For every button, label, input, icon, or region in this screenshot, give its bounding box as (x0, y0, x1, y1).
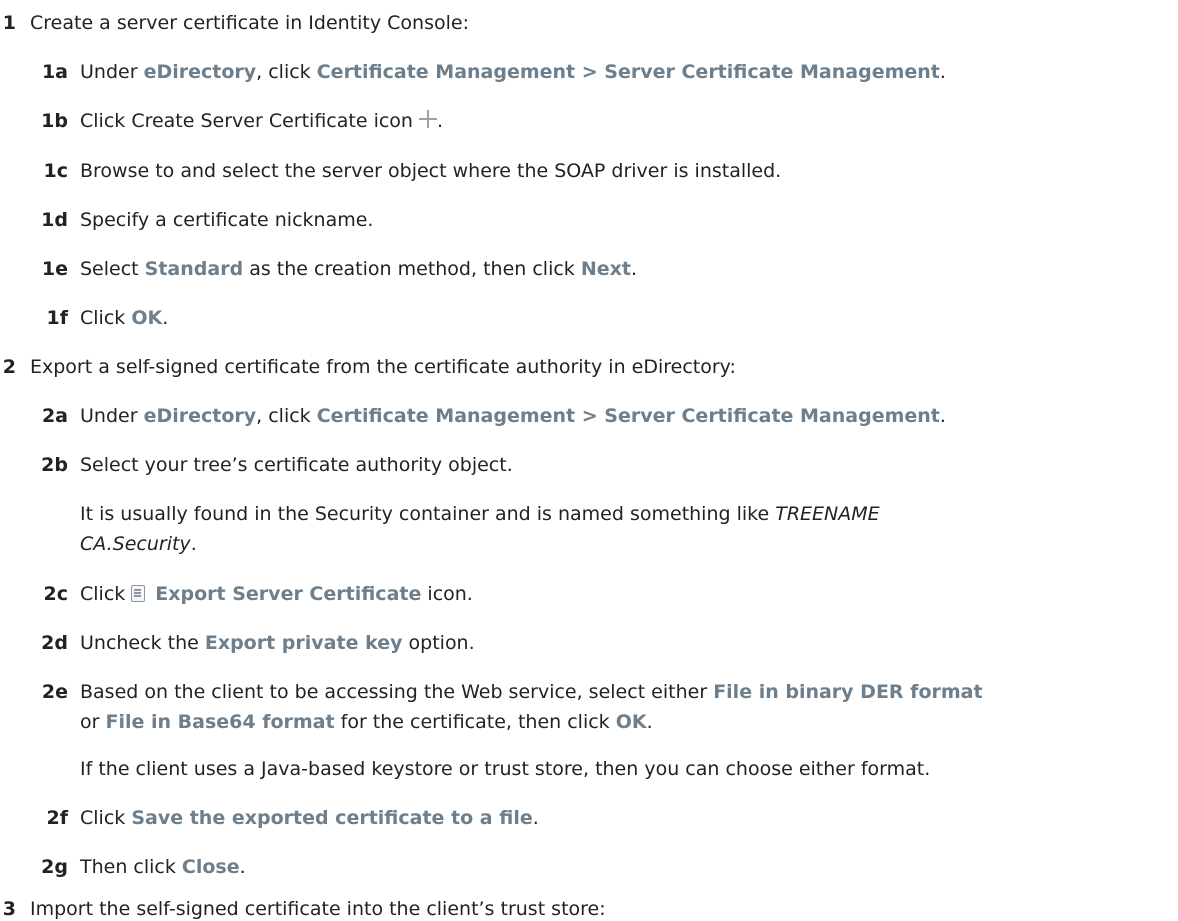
substep-number: 1c (43, 160, 68, 182)
text: . (646, 711, 653, 733)
substep-number: 1d (41, 209, 68, 231)
procedure-document: 1 Create a server certificate in Identit… (0, 0, 1178, 920)
text: Based on the client to be accessing the … (80, 681, 714, 703)
text: for the certificate, then click (334, 711, 616, 733)
substep-text: Then click Close. (80, 855, 246, 879)
ui-term: Export Server Certificate (155, 583, 422, 605)
text: Uncheck the (80, 632, 205, 654)
ui-term: File in Base64 format (105, 711, 335, 733)
ui-term: Close (181, 856, 240, 878)
step-text: Import the self-signed certificate into … (30, 898, 606, 920)
step-text: Create a server certificate in Identity … (30, 12, 469, 34)
italic-term: TREENAME (775, 503, 880, 525)
ui-term: Certificate Management > Server Certific… (316, 405, 940, 427)
substep-number: 2f (46, 807, 69, 829)
substep-text: Uncheck the Export private key option. (80, 631, 475, 655)
ui-term: Save the exported certificate to a file (131, 807, 533, 829)
italic-term: CA.Security (80, 533, 191, 555)
substep-number: 1e (41, 258, 68, 280)
ui-term: Export private key (204, 632, 403, 654)
substep-text: Under eDirectory, click Certificate Mana… (80, 60, 946, 84)
substep-number: 1f (46, 307, 69, 329)
substep-note: If the client uses a Java-based keystore… (80, 758, 931, 780)
substep-text: Under eDirectory, click Certificate Mana… (80, 404, 946, 428)
substep-text: Select Standard as the creation method, … (80, 257, 637, 281)
text: . (939, 61, 946, 83)
text: . (162, 307, 169, 329)
substep-note-continued: CA.Security. (80, 532, 197, 556)
substep-text: Click Export Server Certificate icon. (80, 582, 473, 606)
plus-icon (418, 110, 437, 128)
step-number: 2 (2, 356, 16, 378)
text: as the creation method, then click (243, 258, 581, 280)
ui-term: eDirectory (143, 61, 257, 83)
text: Under (80, 61, 144, 83)
substep-number: 1a (41, 61, 68, 83)
text: , click (256, 61, 317, 83)
text: or (80, 711, 106, 733)
substep-text: Specify a certificate nickname. (80, 209, 374, 231)
text: Under (80, 405, 144, 427)
text: Click (80, 307, 132, 329)
substep-number: 2d (41, 632, 68, 654)
step-text: Export a self-signed certificate from th… (30, 356, 736, 378)
text: , click (256, 405, 317, 427)
text: . (239, 856, 246, 878)
ui-term: Standard (144, 258, 244, 280)
substep-note: It is usually found in the Security cont… (80, 502, 880, 526)
text: . (436, 110, 444, 132)
substep-text: Click OK. (80, 306, 168, 330)
substep-text: Click Create Server Certificate icon. (80, 109, 443, 133)
substep-text: Select your tree’s certificate authority… (80, 454, 513, 476)
ui-term: File in binary DER format (713, 681, 983, 703)
substep-number: 2b (41, 454, 68, 476)
step-number: 1 (2, 12, 16, 34)
text: icon. (421, 583, 473, 605)
text: Click (80, 807, 132, 829)
substep-text: Based on the client to be accessing the … (80, 680, 983, 704)
substep-text: Browse to and select the server object w… (80, 160, 782, 182)
ui-term: Next (580, 258, 631, 280)
export-certificate-icon (131, 585, 146, 602)
text: Click (80, 583, 126, 605)
text: . (190, 533, 197, 555)
substep-number: 1b (41, 110, 68, 132)
substep-number: 2g (41, 856, 68, 878)
ui-term: eDirectory (143, 405, 257, 427)
substep-number: 2e (41, 681, 68, 703)
text: It is usually found in the Security cont… (80, 503, 776, 525)
text: Click Create Server Certificate icon (80, 110, 413, 132)
text: . (532, 807, 539, 829)
text: . (630, 258, 638, 280)
text: option. (402, 632, 475, 654)
step-number: 3 (2, 898, 16, 920)
substep-number: 2a (41, 405, 68, 427)
ui-term: Certificate Management > Server Certific… (316, 61, 940, 83)
text: Select (80, 258, 145, 280)
substep-text: Click Save the exported certificate to a… (80, 806, 539, 830)
substep-number: 2c (43, 583, 68, 605)
ui-term: OK (131, 307, 163, 329)
ui-term: OK (615, 711, 647, 733)
text: Then click (80, 856, 182, 878)
substep-text-continued: or File in Base64 format for the certifi… (80, 710, 653, 734)
text: . (939, 405, 946, 427)
